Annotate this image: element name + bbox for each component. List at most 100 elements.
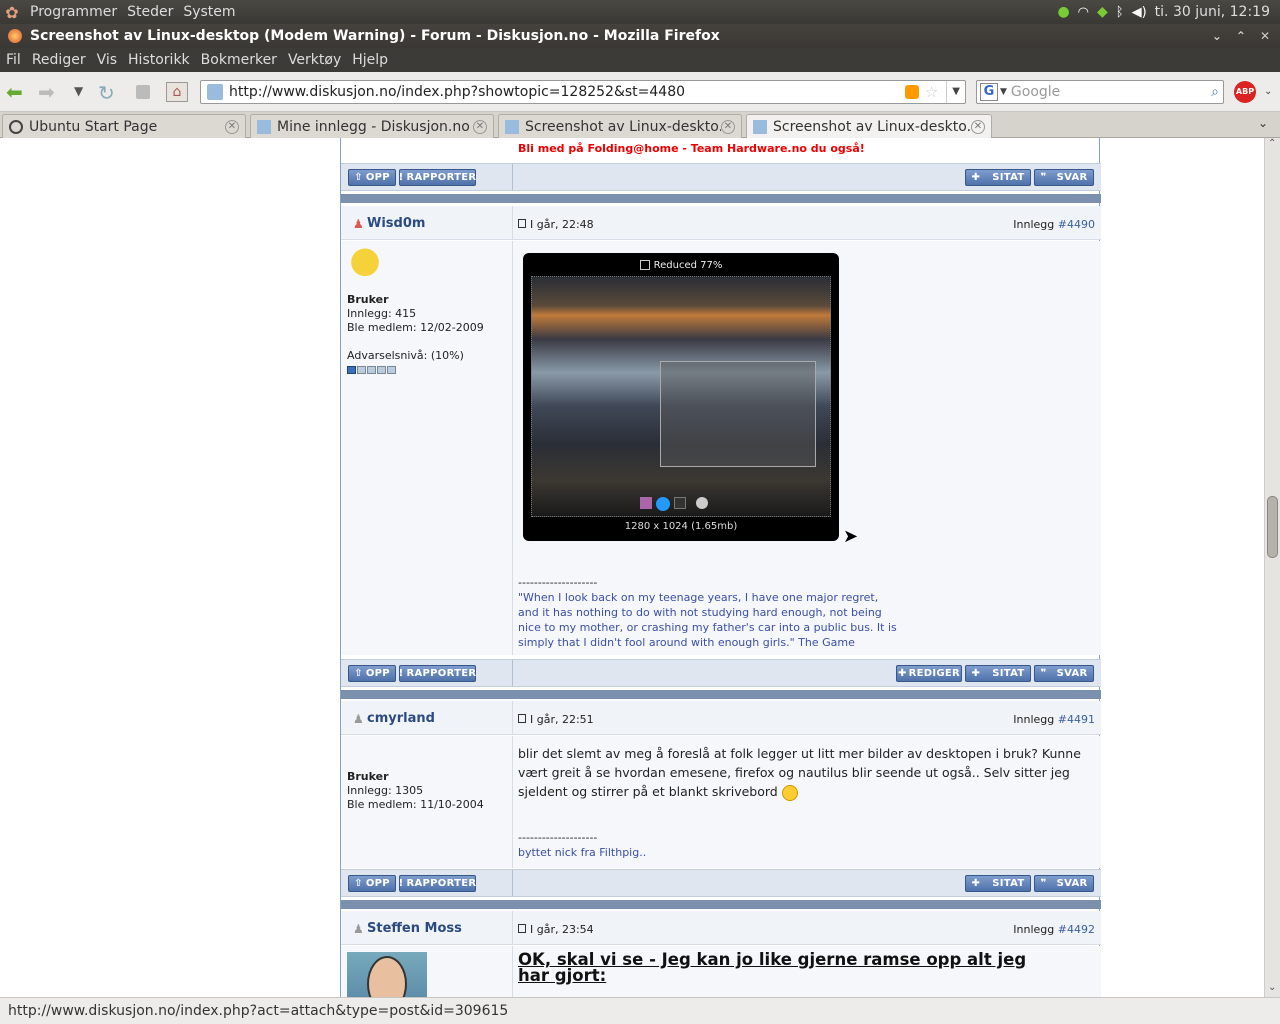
spotify-tray-icon[interactable]: ● (1057, 4, 1069, 20)
post-author[interactable]: Wisd0m (367, 216, 425, 231)
navigation-toolbar: ⬅ ➡ ▼ ↻ ⌂ http://www.diskusjon.no/index.… (0, 72, 1280, 112)
post-divider (341, 194, 1101, 203)
opp-button[interactable]: ⇧ OPP (348, 169, 396, 186)
ubuntu-favicon (9, 119, 23, 134)
post-action-bar: ⇧ OPP ! RAPPORTER ✚ REDIGER ✚ SITAT ❞ SVA… (341, 659, 1101, 687)
search-input[interactable]: Google (1011, 84, 1211, 100)
warning-meter (347, 366, 484, 374)
menu-rediger[interactable]: Rediger (32, 52, 86, 68)
tab-close-icon[interactable]: ✕ (971, 119, 985, 134)
menu-hjelp[interactable]: Hjelp (352, 52, 388, 68)
post-divider (341, 900, 1101, 909)
history-dropdown-icon[interactable]: ▼ (74, 84, 83, 98)
tab-screenshot-1[interactable]: Screenshot av Linux-deskto... ✕ (498, 114, 742, 138)
post-action-bar: ⇧ OPP ! RAPPORTER ✚ SITAT ❞ SVAR (341, 163, 1101, 191)
post-author[interactable]: cmyrland (367, 711, 435, 726)
close-icon[interactable]: ✕ (1260, 29, 1270, 43)
rapporter-button[interactable]: ! RAPPORTER (399, 875, 476, 892)
rapporter-button[interactable]: ! RAPPORTER (399, 169, 476, 186)
post-number-link[interactable]: #4491 (1058, 713, 1095, 726)
tab-screenshot-2-active[interactable]: Screenshot av Linux-deskto... ✕ (746, 114, 992, 138)
post-body: Bruker Innlegg: 415 Ble medlem: 12/02-20… (341, 241, 1101, 655)
tab-bar: Ubuntu Start Page ✕ Mine innlegg - Disku… (0, 112, 1280, 138)
sitat-button[interactable]: ✚ SITAT (965, 875, 1031, 892)
engine-dropdown-icon[interactable]: ▼ (1000, 87, 1007, 97)
post-divider (341, 690, 1101, 699)
menu-fil[interactable]: Fil (6, 52, 21, 68)
volume-icon[interactable]: ◀) (1132, 5, 1147, 20)
tab-label: Mine innlegg - Diskusjon.no (277, 118, 470, 135)
post-date: I går, 23:54 (530, 923, 594, 936)
attachment-thumbnail[interactable]: Reduced 77% 1280 x 1024 (1.65mb) (523, 253, 839, 541)
post-signature: byttet nick fra Filthpig.. (518, 846, 647, 859)
menu-bokmerker[interactable]: Bokmerker (201, 52, 277, 68)
minimize-icon[interactable]: ⌄ (1212, 29, 1222, 43)
top-signature: Bli med på Folding@home - Team Hardware.… (518, 142, 865, 155)
bluetooth-icon[interactable]: ᛒ (1116, 5, 1124, 20)
back-icon[interactable]: ⬅ (6, 82, 23, 102)
scrollbar-thumb[interactable] (1267, 496, 1278, 558)
panel-menu-system[interactable]: System (183, 4, 235, 20)
home-icon[interactable]: ⌂ (166, 82, 188, 102)
url-bar[interactable]: http://www.diskusjon.no/index.php?showto… (200, 80, 966, 104)
user-avatar (349, 247, 381, 281)
desktop-wallpaper-image (531, 276, 831, 517)
adblock-dropdown-icon[interactable]: ⌄ (1264, 86, 1272, 97)
tab-list-icon[interactable]: ⌄ (1258, 116, 1268, 130)
site-favicon (207, 84, 223, 100)
user-post-count: Innlegg: 415 (347, 307, 417, 320)
sitat-button[interactable]: ✚ SITAT (965, 169, 1031, 186)
post-number-link[interactable]: #4490 (1058, 218, 1095, 231)
zoom-icon (639, 260, 650, 270)
opp-button[interactable]: ⇧ OPP (348, 665, 396, 682)
user-avatar (347, 952, 427, 997)
sitat-button[interactable]: ✚ SITAT (965, 665, 1031, 682)
tab-close-icon[interactable]: ✕ (225, 119, 239, 134)
reload-icon[interactable]: ↻ (98, 81, 115, 105)
post-author[interactable]: Steffen Moss (367, 921, 462, 936)
svar-button[interactable]: ❞ SVAR (1034, 875, 1094, 892)
svar-button[interactable]: ❞ SVAR (1034, 169, 1094, 186)
maximize-icon[interactable]: ⌃ (1236, 29, 1246, 43)
menu-historikk[interactable]: Historikk (128, 52, 190, 68)
tab-mine-innlegg[interactable]: Mine innlegg - Diskusjon.no ✕ (250, 114, 494, 138)
adblock-icon[interactable]: ABP (1234, 81, 1256, 103)
url-text[interactable]: http://www.diskusjon.no/index.php?showto… (229, 84, 905, 100)
url-dropdown-icon[interactable]: ▼ (946, 81, 965, 103)
rediger-button[interactable]: ✚ REDIGER (896, 665, 962, 682)
rss-icon[interactable] (904, 85, 919, 99)
menu-verktoy[interactable]: Verktøy (288, 52, 341, 68)
panel-menu-steder[interactable]: Steder (127, 4, 173, 20)
signature-separator: -------------------- (518, 831, 598, 844)
gnome-foot-icon[interactable]: ✿ (0, 0, 24, 24)
bookmark-star-icon[interactable]: ☆ (925, 83, 938, 101)
rapporter-button[interactable]: ! RAPPORTER (399, 665, 476, 682)
menu-vis[interactable]: Vis (97, 52, 117, 68)
post-header: ♟ cmyrland I går, 22:51 Innlegg #4491 (341, 701, 1101, 735)
scroll-down-icon[interactable]: ⌄ (1268, 982, 1276, 993)
tab-close-icon[interactable]: ✕ (473, 119, 487, 134)
panel-menu-programmer[interactable]: Programmer (30, 4, 117, 20)
search-box[interactable]: G ▼ Google ⌕ (976, 80, 1224, 104)
site-favicon (505, 119, 519, 134)
forum-thread: Bli med på Folding@home - Team Hardware.… (340, 138, 1101, 997)
forward-icon[interactable]: ➡ (38, 82, 55, 102)
evernote-tray-icon[interactable]: ◆ (1097, 4, 1108, 20)
page-scrollbar[interactable]: ⌃ ⌄ (1264, 138, 1280, 997)
stop-icon[interactable] (136, 85, 150, 99)
opp-button[interactable]: ⇧ OPP (348, 875, 396, 892)
svar-button[interactable]: ❞ SVAR (1034, 665, 1094, 682)
tab-close-icon[interactable]: ✕ (721, 119, 735, 134)
post-number-link[interactable]: #4492 (1058, 923, 1095, 936)
scroll-up-icon[interactable]: ⌃ (1268, 138, 1276, 149)
tab-ubuntu-start-page[interactable]: Ubuntu Start Page ✕ (2, 114, 246, 138)
google-engine-icon[interactable]: G (980, 83, 998, 101)
search-icon[interactable]: ⌕ (1211, 84, 1219, 100)
signature-separator: -------------------- (518, 576, 598, 589)
wifi-icon[interactable]: ◠ (1078, 5, 1089, 20)
mouse-cursor-icon: ➤ (843, 526, 859, 547)
panel-clock[interactable]: ti. 30 juni, 12:19 (1155, 4, 1270, 20)
post-icon (518, 924, 526, 933)
user-offline-icon: ♟ (353, 922, 364, 936)
post-number: Innlegg #4490 (1013, 218, 1095, 231)
